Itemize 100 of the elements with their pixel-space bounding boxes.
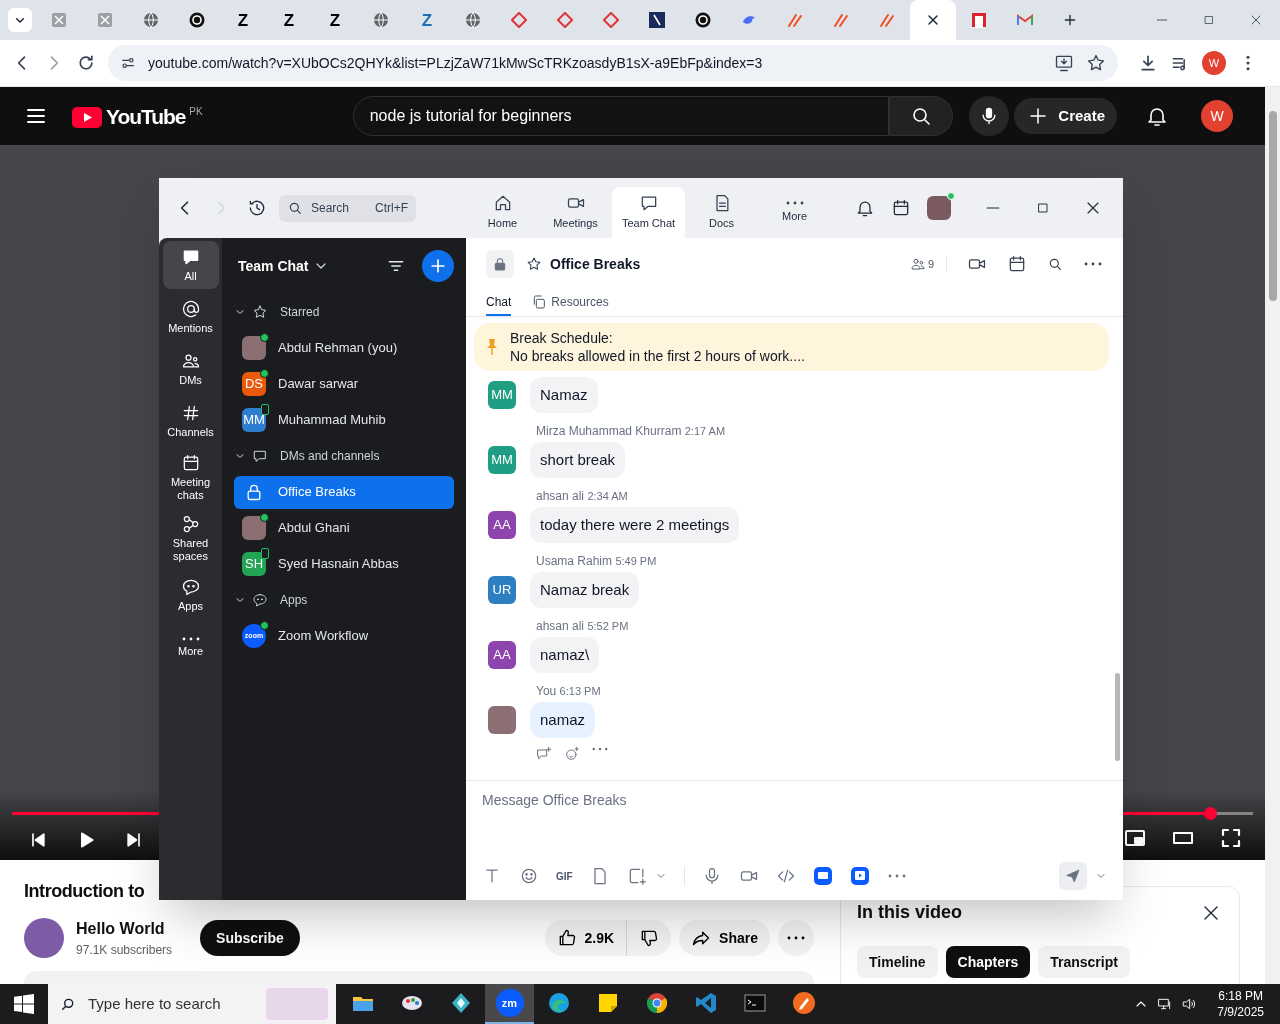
tab-search-button[interactable] [8,8,32,32]
chat-list-item[interactable]: MM Muhammad Muhib [234,403,454,437]
sidebar-tab[interactable]: Shared spaces [162,510,219,567]
message-bubble[interactable]: short break [530,442,626,478]
section-header[interactable]: Apps [234,582,454,618]
calendar-icon[interactable] [891,198,911,218]
browser-tab[interactable]: Z [266,4,312,36]
browser-tab[interactable]: Z [312,4,358,36]
nav-tab[interactable]: Meetings [539,187,612,238]
maximize-icon[interactable] [1035,200,1051,216]
pinned-message[interactable]: Break Schedule: No breaks allowed in the first 2 hours of work.... [474,323,1109,371]
sidebar-tab[interactable]: DMs [162,345,219,393]
page-scrollbar[interactable] [1265,87,1280,984]
share-button[interactable]: Share [679,920,770,956]
nav-tab[interactable]: Home [466,187,539,238]
browser-tab[interactable]: Z [404,4,450,36]
taskbar-app[interactable]: zm [485,984,534,1024]
new-chat-button[interactable] [422,250,454,282]
diamond-favicon-icon [603,12,619,28]
clock[interactable]: 6:18 PM 7/9/2025 [1217,988,1264,1020]
volume-icon[interactable] [1181,996,1198,1012]
sender-name[interactable]: Usama Rahim [536,554,613,568]
more-icon[interactable] [886,873,907,879]
sender-name[interactable]: Mirza Muhammad Khurram [536,424,682,438]
reload-icon[interactable] [76,53,96,73]
sidebar-tab[interactable]: Apps [162,571,219,619]
search-icon[interactable] [1047,256,1063,272]
channel-type-button[interactable] [486,250,514,278]
sidebar-tab[interactable]: Channels [162,397,219,445]
sender-name[interactable]: ahsan ali [536,489,585,503]
chapter-tab[interactable]: Timeline [857,946,938,978]
initials-avatar: SH [242,552,266,576]
account-avatar[interactable]: W [1201,100,1233,132]
chat-list-item[interactable]: DS Dawar sarwar [234,367,454,401]
initials-avatar: AA [488,511,516,539]
restore-icon[interactable] [1202,13,1216,27]
chat-list-item[interactable]: SH Syed Hasnain Abbas [234,547,454,581]
site-settings-icon[interactable] [120,55,136,71]
send-button[interactable] [1059,862,1087,890]
channel-name[interactable]: Office Breaks [550,253,641,275]
sidebar-tab[interactable]: More [162,623,219,671]
more-icon[interactable] [1083,261,1103,267]
chapter-tab[interactable]: Transcript [1038,946,1130,978]
sidebar-tab[interactable]: Meeting chats [162,449,219,506]
message-bubble[interactable]: namaz\ [530,637,600,673]
message-bubble[interactable]: Namaz break [530,572,640,608]
initials-avatar: UR [488,576,516,604]
sidebar-tab[interactable]: Mentions [162,293,219,341]
subscribe-button[interactable]: Subscribe [200,920,300,956]
more-icon[interactable] [592,746,608,752]
channel-tab[interactable]: Chat [486,289,512,316]
profile-avatar[interactable]: W [1202,51,1226,75]
message-bubble[interactable]: namaz [530,702,596,738]
favicon-letter: Z [283,11,295,29]
message-bubble[interactable]: today there were 2 meetings [530,507,740,543]
browser-tab[interactable]: Z [220,4,266,36]
channel-name[interactable]: Hello World [76,917,173,941]
search-field[interactable]: node js tutorial for beginners [352,96,889,136]
sender-name[interactable]: ahsan ali [536,619,585,633]
app-icon[interactable] [849,866,870,886]
channel-avatar[interactable] [24,918,64,958]
search-button[interactable] [888,96,953,136]
history-icon[interactable] [247,198,267,218]
sender-name[interactable]: You [536,684,557,698]
members-button[interactable]: 9 [909,255,947,273]
download-icon[interactable] [1138,53,1158,73]
channel-tab[interactable]: Resources [531,289,609,316]
search-field[interactable]: Search Ctrl+F [279,194,416,222]
fullscreen-icon[interactable] [1219,826,1243,850]
taskbar-search-field[interactable]: Type here to search [48,984,336,1024]
chat-list-item[interactable]: Abdul Ghani [234,511,454,545]
close-icon[interactable] [925,12,941,28]
message-bubble[interactable]: Namaz [530,377,598,413]
bookmark-star-icon[interactable] [1086,53,1106,73]
create-button[interactable]: Create [1014,98,1117,134]
address-bar[interactable]: youtube.com/watch?v=XUbOCs2QHYk&list=PLzjZaW71kMwScTRKzoasdyB1sX-a9EbFp&index=3 [108,45,1118,81]
windows-start-icon[interactable] [14,994,34,1014]
chat-list-item[interactable]: Office Breaks [234,475,454,509]
chapter-tab[interactable]: Chapters [945,946,1031,978]
app-icon[interactable] [812,866,833,886]
speech-bubble-icon [252,592,268,608]
section-header[interactable]: Starred [234,294,454,330]
voice-search-button[interactable] [968,96,1009,136]
sidebar-tab[interactable]: All [162,241,219,289]
reply-icon[interactable] [536,746,552,762]
star-icon[interactable] [526,256,542,272]
gif-button[interactable]: GIF [556,868,573,884]
nav-tab[interactable]: More [758,187,831,238]
new-tab-icon[interactable] [1062,12,1078,28]
calendar-icon[interactable] [1007,254,1027,274]
emoji-icon[interactable] [519,866,539,886]
add-reaction-icon[interactable] [564,746,580,762]
panel-title[interactable]: Team Chat [238,255,309,277]
chat-list-item[interactable]: Abdul Rehman (you) [234,331,454,365]
section-header[interactable]: DMs and channels [234,438,454,474]
nav-tab[interactable]: Docs [685,187,758,238]
install-app-icon[interactable] [1054,53,1074,73]
message-input[interactable]: Message Office Breaks [482,781,1107,856]
nav-tab[interactable]: Team Chat [612,187,685,238]
favicon-letter: Z [329,11,341,29]
